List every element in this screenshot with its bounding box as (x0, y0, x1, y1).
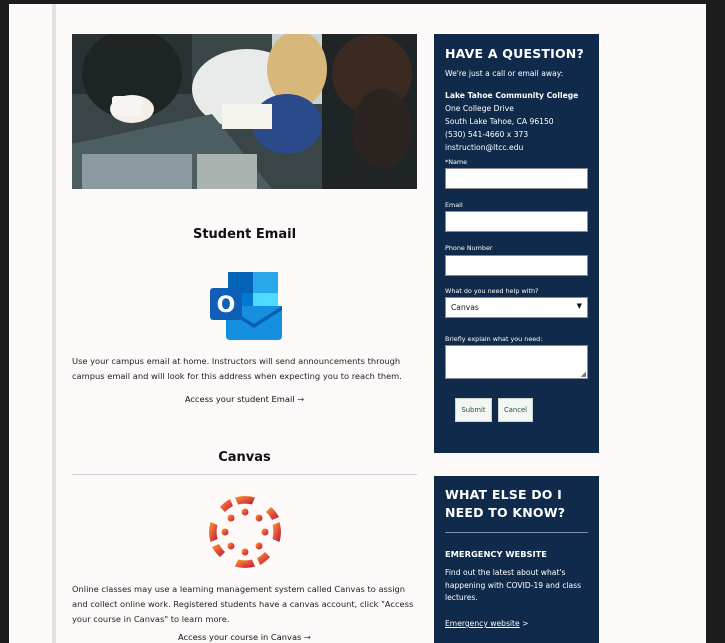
student-email-description: Use your campus email at home. Instructo… (72, 356, 402, 381)
email-input[interactable] (445, 211, 588, 232)
emergency-link[interactable]: Emergency website > (445, 618, 528, 631)
canvas-access-label[interactable]: Access your course in Canvas (178, 632, 301, 642)
email-label: Email (445, 201, 463, 209)
arrow-right-icon: → (297, 394, 305, 404)
emergency-title: EMERGENCY WEBSITE (445, 549, 547, 559)
explain-label: Briefly explain what you need: (445, 335, 543, 343)
canvas-logo-icon (207, 494, 283, 570)
emergency-link-label[interactable]: Emergency website (445, 619, 520, 628)
emergency-text: Find out the latest about what's happeni… (445, 568, 582, 602)
page-content: Student Email O Use your campus email at… (9, 4, 706, 643)
info-panel: WHAT ELSE DO I NEED TO KNOW? EMERGENCY W… (434, 476, 599, 643)
help-topic-select[interactable]: Canvas ▼ (445, 297, 588, 318)
dropdown-caret-icon: ▼ (576, 302, 582, 310)
student-email-heading: Student Email (192, 227, 297, 242)
explain-textarea[interactable]: ◢ (445, 345, 588, 379)
info-divider (445, 532, 588, 533)
info-heading-line-1: WHAT ELSE DO I (445, 487, 563, 502)
info-heading-line-2: NEED TO KNOW? (445, 505, 566, 520)
canvas-description: Online classes may use a learning manage… (72, 584, 414, 624)
canvas-heading: Canvas (218, 450, 271, 465)
contact-intro: We're just a call or email away: (445, 69, 564, 78)
address-line-1: One College Drive (445, 104, 514, 113)
name-label: *Name (445, 158, 468, 166)
canvas-access-link[interactable]: Access your course in Canvas → (72, 632, 417, 642)
left-margin-bar (9, 4, 56, 643)
hero-photo-illustration (72, 34, 417, 189)
cancel-button[interactable]: Cancel (498, 398, 533, 422)
name-input[interactable] (445, 168, 588, 189)
hero-photo-students-studying (72, 34, 417, 189)
contact-phone: (530) 541-4660 x 373 (445, 130, 529, 139)
help-topic-value: Canvas (451, 303, 479, 312)
resize-grip-icon[interactable]: ◢ (581, 370, 586, 378)
phone-input[interactable] (445, 255, 588, 276)
help-topic-label: What do you need help with? (445, 287, 539, 295)
browser-viewport: Student Email O Use your campus email at… (0, 0, 725, 643)
submit-button[interactable]: Submit (455, 398, 492, 422)
student-email-access-label[interactable]: Access your student Email (185, 394, 295, 404)
arrow-right-icon: → (304, 632, 311, 642)
section-divider (72, 474, 417, 475)
contact-email: instruction@ltcc.edu (445, 143, 524, 152)
college-name: Lake Tahoe Community College (445, 91, 579, 100)
outlook-logo-icon: O (208, 270, 282, 342)
phone-label: Phone Number (445, 244, 493, 252)
address-line-2: South Lake Tahoe, CA 96150 (445, 117, 554, 126)
chevron-right-icon: > (522, 619, 529, 628)
contact-panel: HAVE A QUESTION? We're just a call or em… (434, 34, 599, 453)
svg-text:O: O (217, 293, 236, 318)
contact-heading: HAVE A QUESTION? (445, 46, 584, 61)
student-email-access-link[interactable]: Access your student Email → (72, 394, 417, 404)
